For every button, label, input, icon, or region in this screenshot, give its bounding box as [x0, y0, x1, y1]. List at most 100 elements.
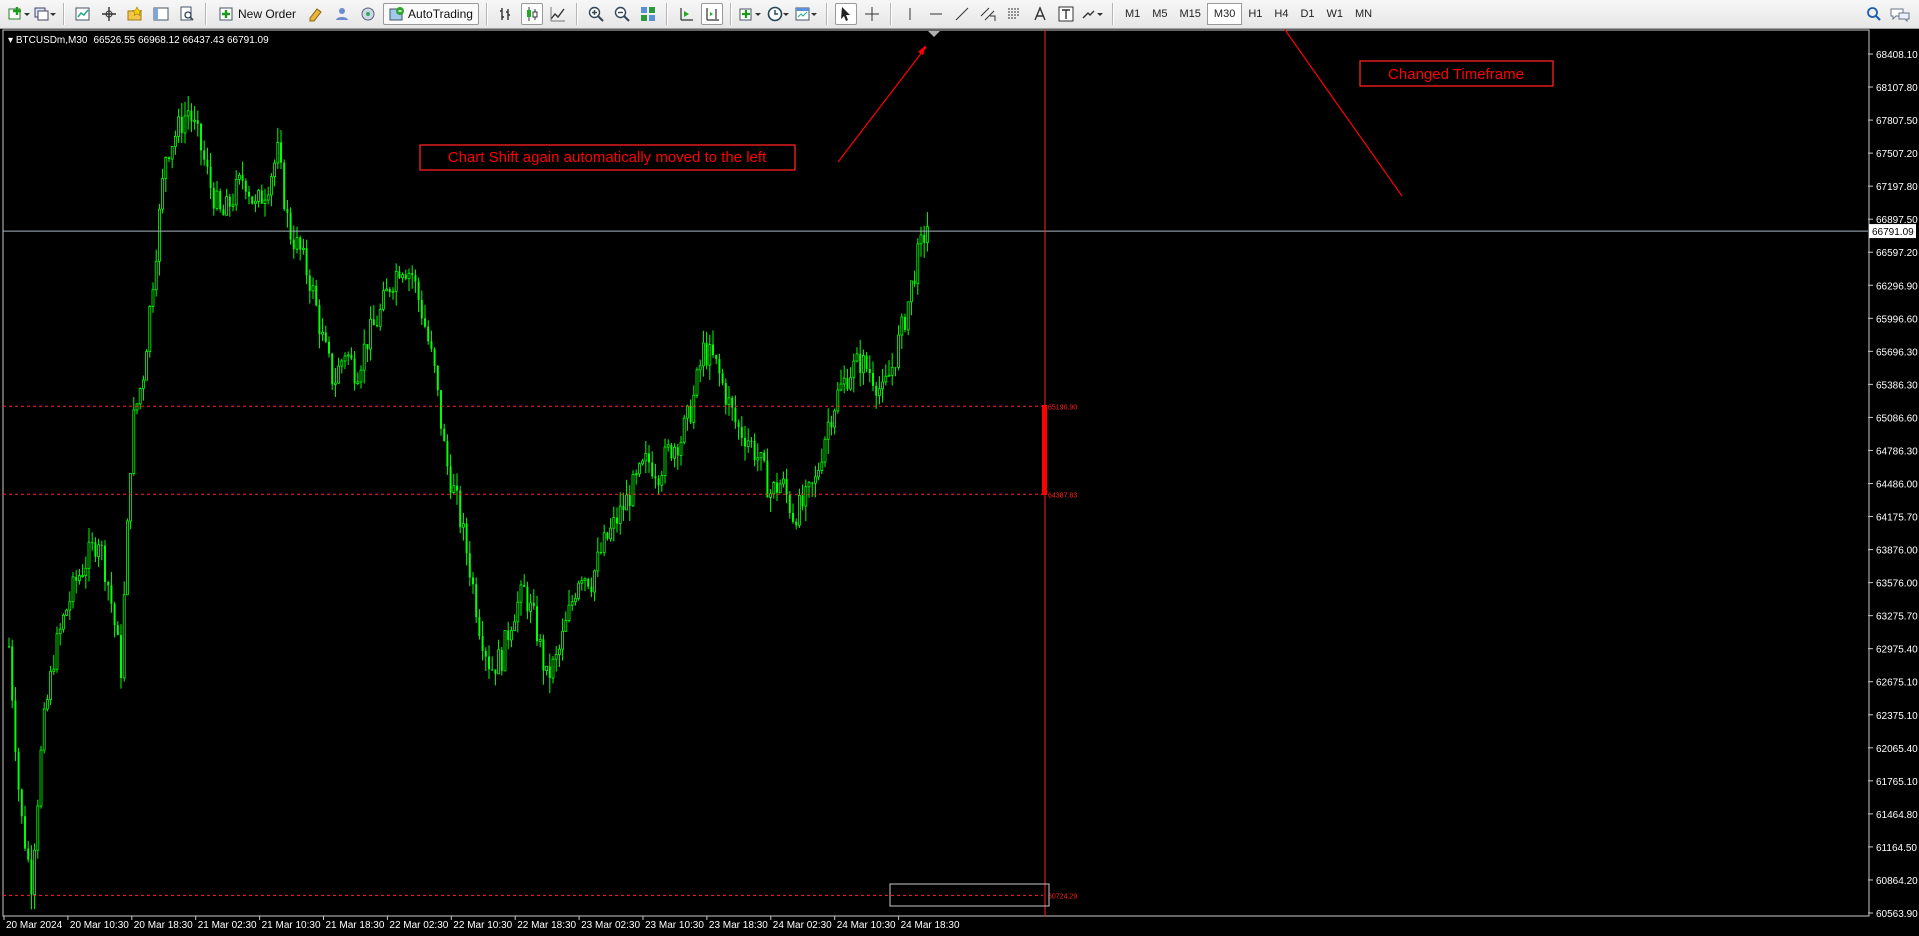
terminal-button[interactable] — [150, 3, 172, 25]
candle-body-bull — [583, 578, 587, 582]
navigator-button[interactable] — [124, 3, 146, 25]
candle-body-bull — [558, 648, 561, 655]
candle-body-bull — [814, 476, 817, 484]
timeframe-m5[interactable]: M5 — [1146, 3, 1173, 25]
candle-body-bear — [388, 289, 391, 293]
candle-body-bull — [276, 142, 280, 164]
timeframe-d1[interactable]: D1 — [1294, 3, 1320, 25]
level-label: 65190.90 — [1048, 404, 1077, 411]
time-tick-label: 22 Mar 10:30 — [453, 920, 512, 931]
candle-body-bear — [241, 175, 244, 181]
price-tick-label: 63275.70 — [1876, 612, 1918, 623]
price-tick-label: 65996.60 — [1876, 314, 1918, 325]
zoom-out-button[interactable] — [611, 3, 633, 25]
periods-button[interactable] — [767, 3, 791, 25]
candle-body-bull — [132, 409, 136, 474]
autotrading-button[interactable]: AutoTrading — [383, 3, 479, 25]
chart-shift-button[interactable] — [700, 3, 723, 25]
crosshair-button[interactable] — [861, 3, 883, 25]
auto-scroll-button[interactable] — [675, 3, 697, 25]
cursor-button[interactable] — [834, 3, 857, 25]
candle-body-bear — [468, 553, 471, 578]
new-chart-button[interactable] — [8, 3, 30, 25]
market-watch-icon — [75, 7, 90, 21]
profiles-button[interactable] — [34, 3, 56, 25]
tile-windows-button[interactable] — [637, 3, 659, 25]
data-window-button[interactable] — [98, 3, 120, 25]
candle-body-bull — [33, 849, 36, 895]
candle-body-bull — [135, 403, 139, 411]
bar-chart-button[interactable] — [495, 3, 517, 25]
toolbar-separator — [889, 3, 892, 25]
candle-body-bull — [65, 609, 68, 616]
equidistant-channel-button[interactable] — [977, 3, 999, 25]
candle-body-bull — [145, 351, 149, 381]
text-a-icon — [1034, 6, 1046, 21]
signals-button[interactable] — [357, 3, 379, 25]
trendline-button[interactable] — [951, 3, 973, 25]
candle-body-bull — [87, 541, 91, 569]
vertical-line-button[interactable] — [899, 3, 921, 25]
candle-body-bull — [269, 176, 273, 196]
candle-body-bull — [215, 190, 219, 209]
new-order-button[interactable]: New Order — [214, 3, 301, 25]
text-label-icon — [1058, 6, 1074, 22]
indicators-button[interactable] — [739, 3, 763, 25]
candle-body-bear — [801, 495, 804, 507]
chart-shift-icon — [706, 8, 719, 21]
level-label: 64387.83 — [1048, 492, 1077, 499]
candle-body-bull — [564, 620, 568, 632]
chat-button[interactable] — [1889, 3, 1911, 25]
candle-body-bull — [782, 478, 785, 485]
candlestick-button[interactable] — [520, 3, 543, 25]
text-button[interactable] — [1029, 3, 1051, 25]
candle-body-bull — [157, 208, 161, 262]
price-chart[interactable]: 65190.90 64387.83 60724.29 68408.10 68107.8… — [0, 29, 1919, 936]
fibonacci-button[interactable] — [1003, 3, 1025, 25]
horizontal-line-button[interactable] — [925, 3, 947, 25]
timeframe-h4[interactable]: H4 — [1268, 3, 1294, 25]
candle-body-bear — [228, 196, 231, 207]
community-button[interactable] — [331, 3, 353, 25]
candle-body-bear — [446, 441, 449, 467]
autotrading-label: AutoTrading — [408, 7, 473, 21]
line-chart-button[interactable] — [547, 3, 569, 25]
candle-body-bull — [916, 243, 920, 285]
strategy-tester-button[interactable] — [176, 3, 198, 25]
price-tick-label: 64175.70 — [1876, 513, 1918, 524]
candle-body-bull — [580, 580, 584, 584]
metaeditor-button[interactable] — [305, 3, 327, 25]
chat-bubble-icon — [1890, 8, 1910, 22]
templates-button[interactable] — [795, 3, 819, 25]
arrows-button[interactable] — [1081, 3, 1105, 25]
candle-body-bull — [631, 474, 635, 507]
candle-body-bull — [906, 301, 910, 331]
search-button[interactable] — [1863, 3, 1885, 25]
price-tick-label: 63876.00 — [1876, 546, 1918, 557]
timeframe-m15[interactable]: M15 — [1174, 3, 1207, 25]
timeframe-m30[interactable]: M30 — [1206, 3, 1243, 25]
candle-body-bear — [792, 512, 794, 522]
candle-body-bear — [628, 494, 631, 506]
candle-body-bear — [740, 426, 743, 438]
timeframe-m1[interactable]: M1 — [1119, 3, 1146, 25]
candle-body-bear — [481, 635, 484, 651]
candle-body-bear — [811, 482, 814, 484]
timeframe-h1[interactable]: H1 — [1242, 3, 1268, 25]
candle-body-bear — [404, 274, 407, 279]
zoom-in-button[interactable] — [585, 3, 607, 25]
chart-menu-triangle-icon[interactable]: ▾ — [8, 35, 16, 46]
price-tick-label: 67197.80 — [1876, 182, 1918, 193]
timeframe-mn[interactable]: MN — [1349, 3, 1378, 25]
timeframe-w1[interactable]: W1 — [1321, 3, 1350, 25]
candle-body-bull — [577, 582, 580, 599]
candle-body-bull — [673, 446, 676, 459]
text-label-button[interactable] — [1055, 3, 1077, 25]
candle-body-bear — [865, 355, 868, 369]
market-watch-button[interactable] — [72, 3, 94, 25]
candle-body-bear — [795, 521, 798, 526]
candle-body-bull — [609, 527, 612, 540]
candle-body-bull — [919, 234, 923, 245]
autotrading-icon — [389, 7, 405, 21]
candle-body-bull — [257, 190, 261, 202]
